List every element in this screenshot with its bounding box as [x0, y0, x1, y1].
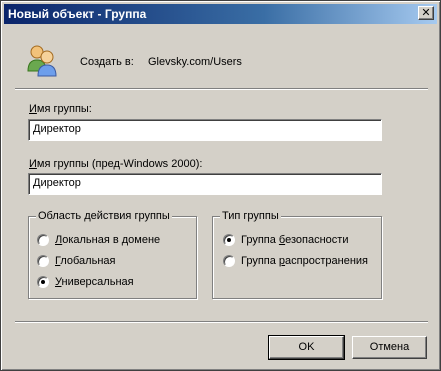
create-in-label: Создать в: [80, 56, 134, 68]
group-type-box: Тип группы Группа безопасности Группа ра… [212, 210, 382, 299]
window-title: Новый объект - Группа [8, 7, 147, 21]
radio-button[interactable] [223, 234, 235, 246]
title-bar[interactable]: Новый объект - Группа ✕ [4, 4, 437, 24]
create-in-path: Glevsky.com/Users [148, 56, 242, 68]
group-name-pre2000-input[interactable]: Директор [28, 173, 382, 195]
close-button[interactable]: ✕ [418, 6, 434, 20]
group-type-legend: Тип группы [220, 210, 281, 222]
group-name-pre2000-label: Имя группы (пред-Windows 2000): [29, 158, 203, 170]
group-name-input[interactable]: Директор [28, 119, 382, 141]
close-icon: ✕ [421, 7, 431, 19]
radio-button[interactable] [37, 276, 49, 288]
group-name-label: Имя группы: [29, 103, 92, 115]
radio-button[interactable] [37, 234, 49, 246]
users-group-icon [27, 45, 57, 77]
ok-button[interactable]: OK [268, 335, 345, 360]
group-scope-box: Область действия группы Локальная в доме… [28, 210, 197, 299]
separator-top [15, 88, 428, 90]
group-scope-legend: Область действия группы [36, 210, 172, 222]
radio-button[interactable] [37, 255, 49, 267]
radio-button[interactable] [223, 255, 235, 267]
dialog-window: Новый объект - Группа ✕ Создать в: Glevs… [0, 0, 441, 371]
cancel-button[interactable]: Отмена [352, 336, 427, 359]
separator-bottom [15, 321, 428, 323]
